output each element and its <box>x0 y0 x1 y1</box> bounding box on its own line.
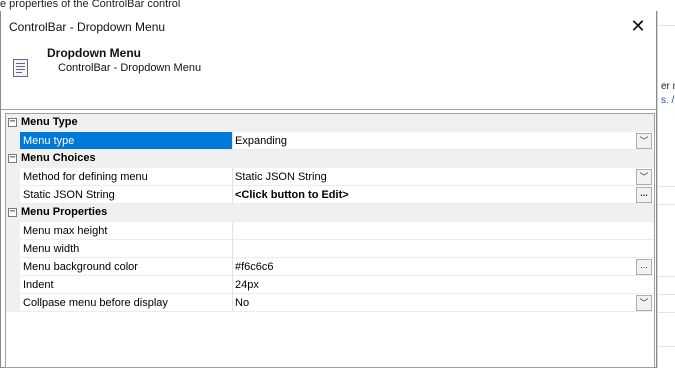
property-value-text: 24px <box>235 279 259 291</box>
category-row[interactable]: − Menu Properties <box>6 204 654 222</box>
property-name[interactable]: Menu width <box>20 240 232 258</box>
background-text-fragment: er mo <box>661 81 675 92</box>
background-link-fragment: s. / <box>661 95 675 106</box>
collapse-toggle-icon[interactable]: − <box>8 117 17 127</box>
row-gutter <box>6 294 20 312</box>
property-value[interactable]: Expanding ﹀ <box>232 132 654 150</box>
collapse-toggle-icon[interactable]: − <box>8 153 17 163</box>
property-row[interactable]: Static JSON String <Click button to Edit>… <box>6 186 654 204</box>
property-value[interactable]: Static JSON String ﹀ <box>232 168 654 186</box>
title-bar: ControlBar - Dropdown Menu ✕ <box>1 11 656 41</box>
property-name[interactable]: Collpase menu before display <box>20 294 232 312</box>
property-value-text: Expanding <box>235 135 287 147</box>
header-title: Dropdown Menu <box>47 46 141 60</box>
property-value-text: No <box>235 297 250 309</box>
property-row[interactable]: Menu width <box>6 240 654 258</box>
property-name[interactable]: Indent <box>20 276 232 294</box>
property-value[interactable] <box>232 222 654 240</box>
document-icon <box>13 59 28 77</box>
row-gutter <box>6 168 20 186</box>
property-value[interactable]: <Click button to Edit>... <box>232 186 654 204</box>
property-name[interactable]: Menu background color <box>20 258 232 276</box>
row-gutter <box>6 240 20 258</box>
property-row[interactable]: Menu background color #f6c6c6... <box>6 258 654 276</box>
property-row[interactable]: Collpase menu before display No ﹀ <box>6 294 654 312</box>
row-gutter <box>6 276 20 294</box>
property-name[interactable]: Static JSON String <box>20 186 232 204</box>
header-subtitle: ControlBar - Dropdown Menu <box>58 62 202 74</box>
dialog-header: Dropdown Menu ControlBar - Dropdown Menu <box>1 41 656 109</box>
property-row[interactable]: Menu type Expanding ﹀ <box>6 132 654 150</box>
property-value[interactable] <box>232 240 654 258</box>
background-window-edge: er mo s. / <box>657 11 675 368</box>
category-row[interactable]: − Menu Choices <box>6 150 654 168</box>
row-gutter <box>6 132 20 150</box>
property-value-text: #f6c6c6 <box>235 261 274 273</box>
property-value-text: Static JSON String <box>235 171 327 183</box>
property-value-text: <Click button to Edit> <box>235 189 349 201</box>
property-value[interactable]: 24px <box>232 276 654 294</box>
dropdown-button[interactable]: ﹀ <box>636 169 652 185</box>
property-row[interactable]: Method for defining menu Static JSON Stri… <box>6 168 654 186</box>
property-value[interactable]: #f6c6c6... <box>232 258 654 276</box>
property-name[interactable]: Menu max height <box>20 222 232 240</box>
category-row[interactable]: − Menu Type <box>6 114 654 132</box>
property-row[interactable]: Menu max height <box>6 222 654 240</box>
close-button[interactable]: ✕ <box>626 15 650 37</box>
property-row[interactable]: Indent 24px <box>6 276 654 294</box>
collapse-toggle-icon[interactable]: − <box>8 207 17 217</box>
property-grid: − Menu Type Menu type Expanding ﹀ − Menu Choic… <box>5 113 655 368</box>
row-gutter <box>6 258 20 276</box>
dropdown-menu-dialog: ControlBar - Dropdown Menu ✕ Dropdown Me… <box>0 11 658 368</box>
row-gutter <box>6 222 20 240</box>
row-gutter <box>6 186 20 204</box>
ellipsis-button[interactable]: ... <box>636 187 652 203</box>
dropdown-button[interactable]: ﹀ <box>636 133 652 149</box>
ellipsis-button[interactable]: ... <box>636 259 652 275</box>
category-label: Menu Type <box>21 116 78 128</box>
property-name[interactable]: Method for defining menu <box>20 168 232 186</box>
property-name[interactable]: Menu type <box>20 132 232 150</box>
background-window-caption: e properties of the ControlBar control <box>0 0 181 10</box>
category-label: Menu Choices <box>21 152 96 164</box>
category-label: Menu Properties <box>21 206 108 218</box>
property-value[interactable]: No ﹀ <box>232 294 654 312</box>
header-divider <box>1 109 658 110</box>
dropdown-button[interactable]: ﹀ <box>636 295 652 311</box>
dialog-title: ControlBar - Dropdown Menu <box>9 20 166 34</box>
